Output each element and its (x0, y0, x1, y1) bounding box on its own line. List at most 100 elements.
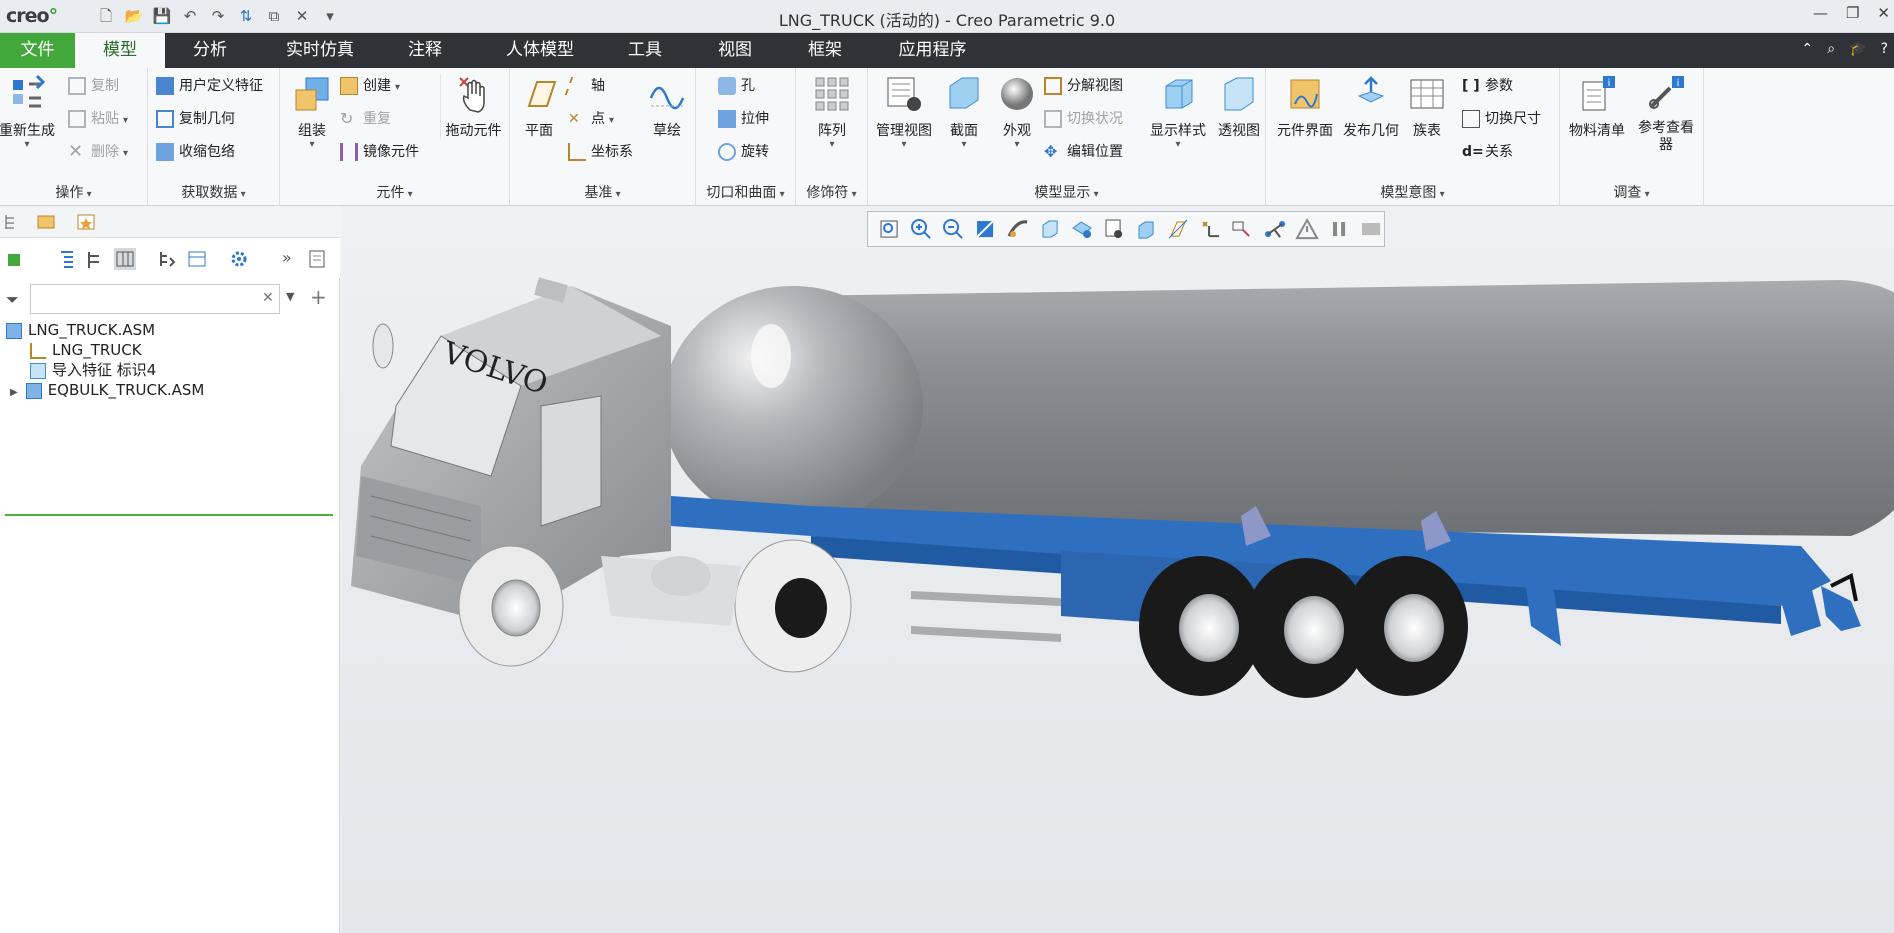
search-dropdown-icon[interactable]: ▼ (286, 290, 294, 303)
show-icon[interactable] (4, 248, 26, 270)
create-button[interactable]: 创建 ▾ (340, 73, 400, 99)
appearance-button[interactable]: 外观 ▾ (992, 74, 1042, 150)
publish-geometry-button[interactable]: 发布几何 (1340, 74, 1402, 140)
collapse-ribbon-icon[interactable]: ⌃ (1802, 41, 1814, 57)
family-table-icon (1410, 79, 1444, 109)
exploded-view-button[interactable]: 分解视图 (1044, 73, 1123, 99)
mirror-icon (340, 143, 358, 161)
search-icon[interactable]: ⌕ (1827, 41, 1835, 57)
sketch-button[interactable]: 草绘 (642, 74, 692, 140)
model-tree-search-input[interactable] (30, 284, 280, 314)
reference-viewer-icon: i (1649, 76, 1684, 109)
tab-simulation[interactable]: 实时仿真 (270, 33, 370, 68)
restore-icon[interactable]: ❐ (1846, 4, 1859, 22)
group-label-modifiers[interactable]: 修饰符 (796, 182, 867, 202)
revolve-button[interactable]: 旋转 (718, 139, 769, 165)
tab-tools[interactable]: 工具 (605, 33, 685, 68)
drag-components-button[interactable]: 拖动元件 (440, 74, 506, 140)
insert-indicator[interactable] (5, 514, 333, 516)
minimize-icon[interactable]: — (1813, 4, 1828, 22)
assembly-icon (6, 322, 22, 339)
tab-view[interactable]: 视图 (695, 33, 775, 68)
mirror-component-button[interactable]: 镜像元件 (340, 139, 419, 165)
gear-icon[interactable] (228, 248, 250, 270)
tractor-wheels (458, 539, 852, 673)
tree-columns-icon[interactable] (114, 248, 136, 270)
regenerate-button[interactable]: 重新生成 ▾ (0, 74, 58, 150)
bill-of-materials-button[interactable]: i 物料清单 (1564, 74, 1630, 140)
model-tree-tab-icon[interactable] (2, 212, 24, 232)
more-icon[interactable]: » (282, 248, 304, 270)
tree-node-subassembly[interactable]: ▶ EQBULK_TRUCK.ASM (10, 378, 204, 402)
favorites-tab-icon[interactable] (76, 212, 98, 232)
drag-hand-icon (458, 77, 485, 113)
copy-geometry-button[interactable]: 复制几何 (156, 106, 235, 132)
display-options-icon[interactable] (306, 248, 328, 270)
group-investigate: i 物料清单 i 参考查看器 调查 (1560, 68, 1704, 206)
manage-views-button[interactable]: 管理视图 ▾ (872, 74, 936, 150)
add-icon[interactable]: + (310, 285, 327, 309)
section-button[interactable]: 截面 ▾ (940, 74, 988, 150)
parameters-button[interactable]: [ ] 参数 (1462, 73, 1513, 99)
extrude-button[interactable]: 拉伸 (718, 106, 769, 132)
group-label-operations[interactable]: 操作 (0, 182, 147, 202)
hole-button[interactable]: 孔 (718, 73, 755, 99)
sketch-icon (649, 86, 685, 110)
tree-filters-icon[interactable] (156, 248, 178, 270)
clear-search-icon[interactable]: ✕ (262, 290, 274, 306)
title-bar: creo° 🗋 📂 💾 ↶ ↷ ⇅ ⧉ ✕ ▾ LNG_TRUCK (活动的) … (0, 0, 1894, 33)
tab-file[interactable]: 文件 (0, 33, 75, 68)
group-label-datum[interactable]: 基准 (510, 182, 695, 202)
component-interface-button[interactable]: 元件界面 (1272, 74, 1338, 140)
group-label-model-intent[interactable]: 模型意图 (1266, 182, 1559, 202)
bom-icon: i (1582, 76, 1615, 111)
plane-button[interactable]: 平面 (516, 74, 562, 140)
group-label-investigate[interactable]: 调查 (1560, 182, 1703, 202)
copy-geometry-icon (156, 110, 174, 128)
csys-button[interactable]: 坐标系 (568, 139, 633, 165)
assemble-button[interactable]: 组装 ▾ (286, 74, 338, 150)
filter-icon[interactable]: ⏷ (6, 290, 19, 310)
shrinkwrap-button[interactable]: 收缩包络 (156, 139, 235, 165)
family-table-button[interactable]: 族表 (1404, 74, 1450, 140)
group-label-get-data[interactable]: 获取数据 (148, 182, 279, 202)
tab-model[interactable]: 模型 (75, 33, 165, 68)
group-label-components[interactable]: 元件 (280, 182, 509, 202)
expand-icon[interactable]: ▶ (10, 387, 18, 398)
toggle-status-button[interactable]: 切换状况 (1044, 106, 1123, 132)
group-get-data: 用户定义特征 复制几何 收缩包络 获取数据 (148, 68, 280, 206)
layer-tree-icon[interactable] (84, 248, 106, 270)
pattern-button[interactable]: 阵列 ▾ (804, 74, 860, 150)
group-label-model-display[interactable]: 模型显示 (868, 182, 1265, 202)
tree-list-icon[interactable] (56, 248, 78, 270)
reference-viewer-button[interactable]: i 参考查看器 (1632, 74, 1700, 154)
paste-button[interactable]: 粘贴 ▾ (68, 106, 128, 132)
tab-annotate[interactable]: 注释 (385, 33, 465, 68)
close-icon[interactable]: ✕ (1877, 4, 1890, 22)
repeat-button[interactable]: ↻ 重复 (340, 106, 391, 132)
settings-table-icon[interactable] (186, 248, 208, 270)
help-icon[interactable]: ? (1881, 41, 1888, 57)
toggle-status-icon (1044, 110, 1062, 128)
switch-dimensions-button[interactable]: 切换尺寸 (1462, 106, 1541, 132)
edit-position-button[interactable]: ✥ 编辑位置 (1044, 139, 1123, 165)
perspective-button[interactable]: 透视图 (1214, 74, 1264, 140)
plane-icon (527, 81, 557, 107)
tab-manikin[interactable]: 人体模型 (485, 33, 595, 68)
relations-button[interactable]: d=关系 (1462, 139, 1513, 165)
display-style-button[interactable]: 显示样式 ▾ (1144, 74, 1212, 150)
tab-analysis[interactable]: 分析 (170, 33, 250, 68)
revolve-icon (718, 143, 736, 161)
delete-button[interactable]: ✕ 删除 ▾ (68, 139, 128, 165)
group-label-cut-surface[interactable]: 切口和曲面 (696, 182, 795, 202)
learning-icon[interactable]: 🎓 (1849, 41, 1866, 57)
truck-model[interactable]: VOLVO (341, 206, 1894, 933)
axis-button[interactable]: 轴 (564, 73, 605, 99)
point-button[interactable]: ✕ 点 ▾ (568, 106, 614, 132)
tab-framework[interactable]: 框架 (785, 33, 865, 68)
folder-browser-tab-icon[interactable] (36, 212, 58, 232)
udf-button[interactable]: 用户定义特征 (156, 73, 263, 99)
tab-applications[interactable]: 应用程序 (880, 33, 985, 68)
graphics-area[interactable]: VOLVO (341, 206, 1894, 933)
copy-button[interactable]: 复制 (68, 73, 119, 99)
